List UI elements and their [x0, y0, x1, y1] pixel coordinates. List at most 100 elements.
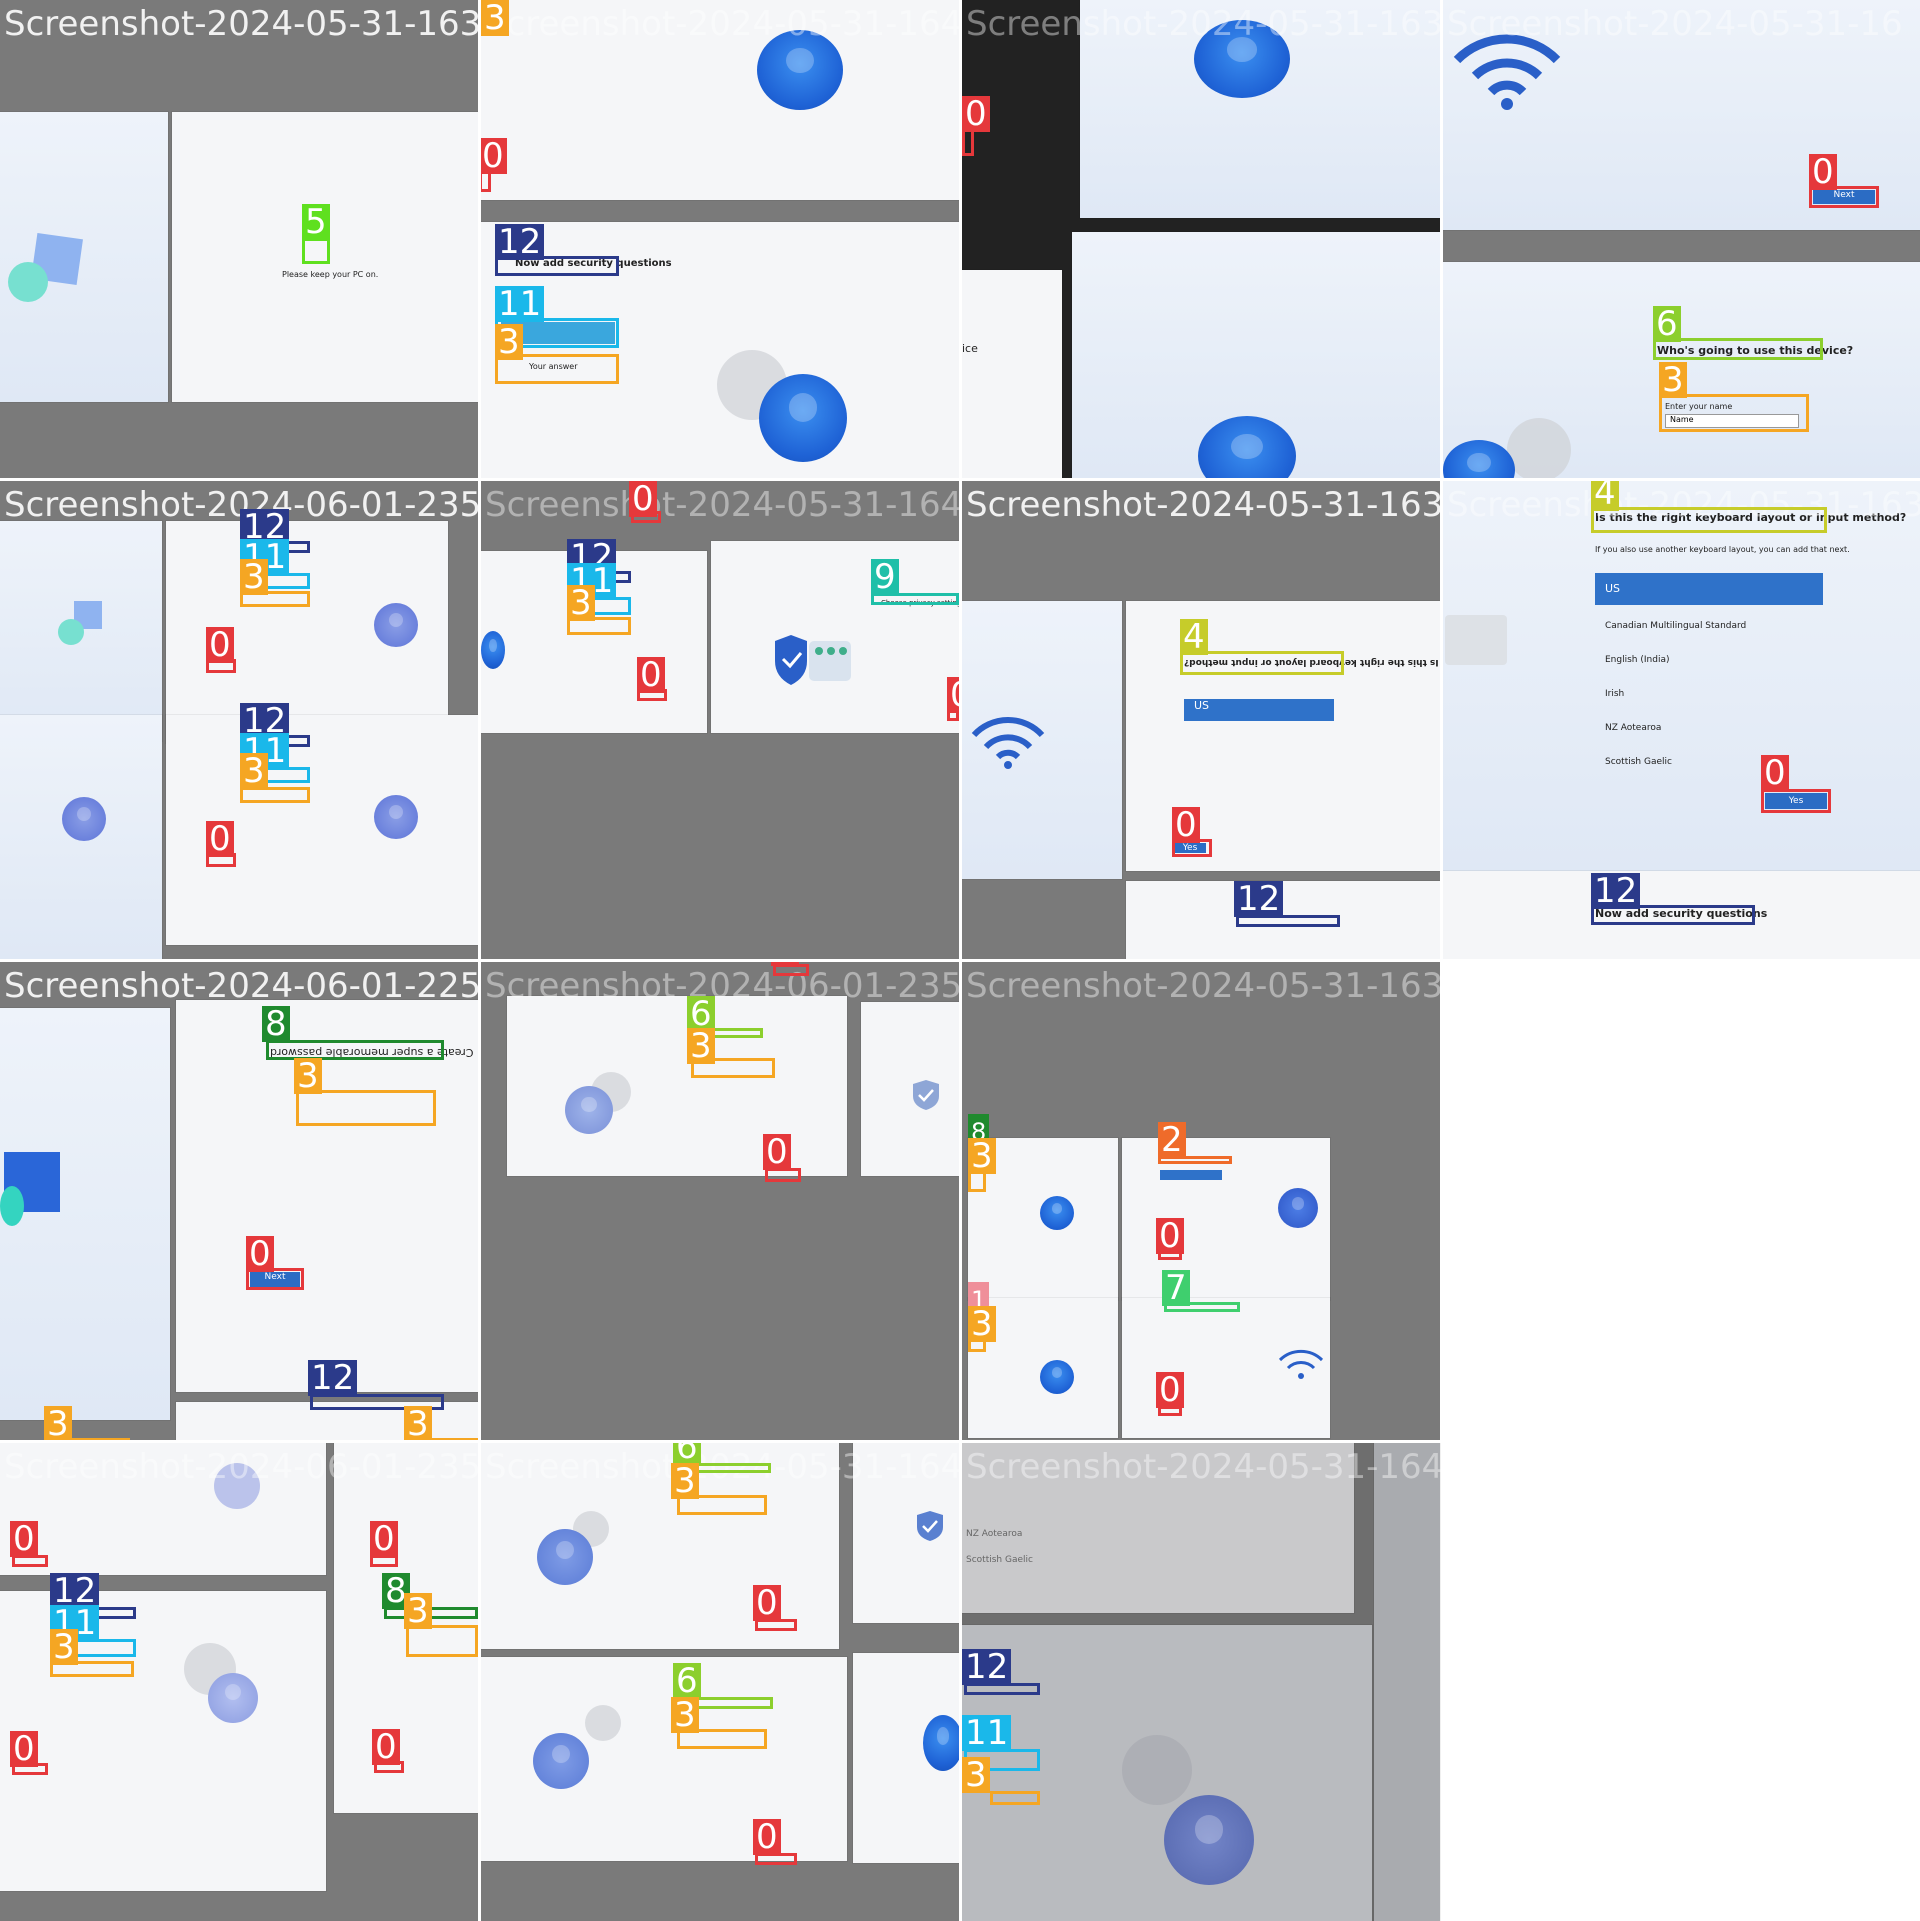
- user-avatar-icon: [374, 795, 418, 839]
- tile-12: 6 3 0 6 3 0 Screenshot-2024-05-31-164507: [481, 1443, 959, 1921]
- label-tag: 0: [1172, 807, 1200, 843]
- label-tag: 0: [1761, 755, 1789, 791]
- tile-title: Screenshot-2024-05-31-164633: [485, 4, 959, 44]
- label-tag: 0: [771, 962, 799, 966]
- user-avatar-icon: [585, 1705, 621, 1741]
- label-tag: 3: [294, 1058, 322, 1094]
- label-tag: 3: [671, 1697, 699, 1733]
- label-tag: 0: [947, 677, 959, 713]
- user-avatar-icon: [1122, 1735, 1192, 1805]
- label-tag: 3: [50, 1629, 78, 1665]
- decor-circle: [8, 262, 48, 302]
- label-tag: 3: [968, 1138, 996, 1174]
- label-tag: 6: [1653, 306, 1681, 342]
- label-tag: 3: [567, 585, 595, 621]
- user-avatar-icon: [533, 1733, 589, 1789]
- label-tag: 6: [673, 1663, 701, 1699]
- label-tag: 3: [404, 1593, 432, 1629]
- tile-title: Screenshot-2024-05-31-163556: [966, 4, 1440, 44]
- label-tag: 0: [637, 657, 665, 693]
- bbox-8: [266, 1040, 444, 1060]
- label-tag: 12: [495, 224, 545, 260]
- tile-title: Screenshot-2024-05-31-164507: [485, 485, 959, 525]
- decor-circle: [58, 619, 84, 645]
- list-option-selected[interactable]: [1160, 1170, 1222, 1180]
- label-tag: 0: [1156, 1218, 1184, 1254]
- user-avatar-icon: [1164, 1795, 1254, 1885]
- user-avatar-icon: [923, 1715, 959, 1771]
- user-avatar-icon: [1507, 418, 1571, 478]
- user-avatar-icon: [1040, 1360, 1074, 1394]
- label-tag: 12: [1234, 881, 1284, 917]
- setup-panel: [0, 1008, 170, 1420]
- label-tag: 4: [1180, 619, 1208, 655]
- tile-8: Create a super memorable password Next 8…: [0, 962, 478, 1440]
- tile-0: Please keep your PC on. 5 Screenshot-202…: [0, 0, 478, 478]
- label-tag: 0: [206, 821, 234, 857]
- user-avatar-icon: [537, 1529, 593, 1585]
- label-tag: 3: [44, 1406, 72, 1440]
- shield-icon: [913, 1080, 939, 1110]
- tile-13: NZ Aotearoa Scottish Gaelic 12 11 3 Scre…: [962, 1443, 1920, 1921]
- tile-10: 2 0 7 0 8 3 1 3 Screenshot-2024-05-31-16…: [962, 962, 1920, 1440]
- wifi-icon: [1278, 1349, 1324, 1379]
- keyboard-icon: [1445, 615, 1507, 665]
- label-tag: 7: [1162, 1270, 1190, 1306]
- bbox-4: [1591, 507, 1827, 533]
- tile-4: 12 11 3 0 12 11 3 0 Screenshot-2024-06-0…: [0, 481, 478, 959]
- cropped-text: ice: [962, 342, 978, 355]
- keyboard-option-us[interactable]: US: [1184, 699, 1334, 721]
- keep-pc-text: Please keep your PC on.: [282, 270, 379, 279]
- keyboard-option[interactable]: Scottish Gaelic: [1605, 757, 1672, 767]
- tile-6: Is this the right keyboard layout or inp…: [962, 481, 1440, 959]
- user-avatar-icon: [62, 797, 106, 841]
- tile-7: Is this the right keyboard layout or inp…: [1443, 481, 1920, 959]
- tile-2: ice 0 Screenshot-2024-05-31-163556: [962, 0, 1440, 478]
- label-tag: 8: [262, 1006, 290, 1042]
- label-tag: 3: [962, 1757, 990, 1793]
- globe-icon: [1278, 1188, 1318, 1228]
- tile-5: Choose privacy settings for your device …: [481, 481, 959, 959]
- setup-panel: [962, 270, 1062, 478]
- user-avatar-icon: [565, 1086, 613, 1134]
- tile-title: Screenshot-2024-06-01-2356: [485, 966, 959, 1006]
- label-tag: 0: [629, 481, 657, 517]
- label-tag: 0: [481, 138, 507, 174]
- keyboard-option-us[interactable]: US: [1595, 573, 1823, 605]
- keyboard-option[interactable]: Canadian Multilingual Standard: [1605, 621, 1746, 631]
- tile-title: Screenshot-2024-05-31-164636_png.rf.e872: [966, 1447, 1721, 1487]
- setup-panel: [1443, 481, 1920, 871]
- label-tag: 0: [246, 1236, 274, 1272]
- label-tag: 0: [753, 1585, 781, 1621]
- setup-panel: [507, 996, 847, 1176]
- keyboard-hint: If you also use another keyboard layout,…: [1595, 545, 1850, 554]
- label-tag: 0: [370, 1521, 398, 1557]
- label-tag: 11: [962, 1715, 1012, 1751]
- shield-icon: [775, 635, 851, 685]
- label-tag: 12: [1591, 873, 1641, 909]
- keyboard-option[interactable]: Irish: [1605, 689, 1624, 699]
- keyboard-option[interactable]: NZ Aotearoa: [1605, 723, 1661, 733]
- tile-title: Screenshot-2024-05-31-16: [1447, 4, 1903, 44]
- shield-icon: [917, 1511, 943, 1541]
- label-tag: 0: [962, 96, 990, 132]
- keyboard-option[interactable]: English (India): [1605, 655, 1669, 665]
- setup-panel: [0, 1591, 326, 1891]
- tile-3: Next 0 Who's going to use this device? E…: [1443, 0, 1920, 478]
- label-tag: 3: [495, 324, 523, 360]
- keyboard-option: Scottish Gaelic: [966, 1555, 1033, 1565]
- label-tag: 12: [962, 1649, 1012, 1685]
- label-tag: 0: [753, 1819, 781, 1855]
- wifi-icon: [971, 716, 1045, 769]
- keyboard-option: NZ Aotearoa: [966, 1529, 1023, 1539]
- tile-title: Screenshot-2024-05-31-163255_png.rf.6ca1: [966, 966, 1718, 1006]
- label-tag: 0: [763, 1134, 791, 1170]
- label-tag: 4: [1591, 481, 1619, 511]
- user-avatar-icon: [374, 603, 418, 647]
- tile-1: Now add security questions Your answer 0…: [481, 0, 959, 478]
- label-tag: 3: [1659, 362, 1687, 398]
- setup-panel: [0, 112, 168, 402]
- tile-title: Screenshot-2024-06-01-235: [4, 1447, 478, 1487]
- label-tag: 3: [404, 1406, 432, 1440]
- label-tag: 0: [1809, 154, 1837, 190]
